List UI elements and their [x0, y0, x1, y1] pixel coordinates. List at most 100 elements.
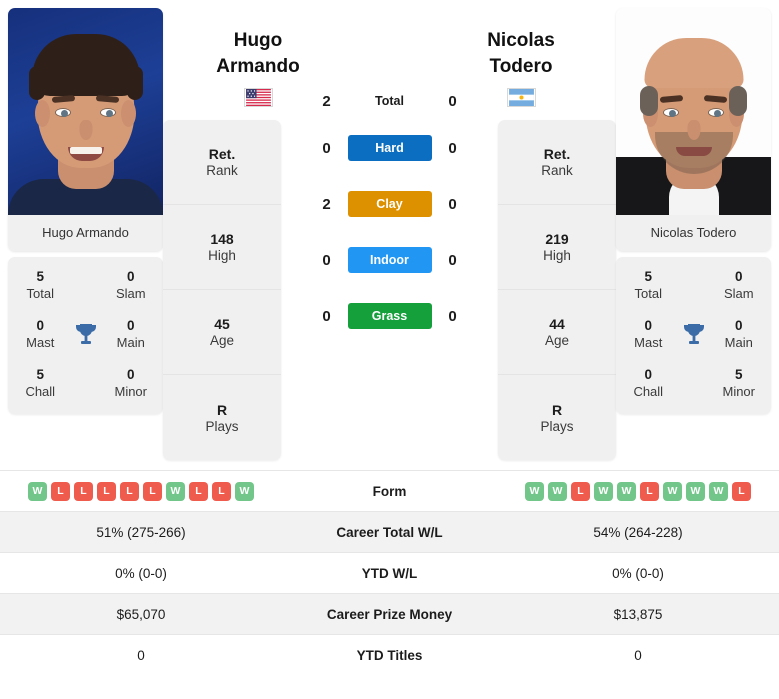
form-badge: L: [74, 481, 93, 501]
h2h-row-clay: 2 Clay 0: [281, 176, 498, 232]
left-form-strip: W L L L L L W L L W: [0, 481, 282, 501]
h2h-row-total: 2 Total 0: [281, 82, 498, 120]
right-high-cell: 219 High: [498, 205, 616, 290]
right-titles-total: 5 Total: [634, 269, 662, 301]
trophy-icon: [67, 322, 105, 348]
left-titles-total: 5 Total: [26, 269, 54, 301]
form-badge: W: [166, 481, 185, 501]
right-plays-cell: R Plays: [540, 401, 574, 434]
form-badge: W: [525, 481, 544, 501]
right-career-prize-money: $13,875: [613, 606, 663, 622]
surface-pill-clay[interactable]: Clay: [347, 191, 432, 217]
form-badge: W: [617, 481, 636, 501]
left-ytd-titles: 0: [137, 647, 145, 663]
form-badge: W: [594, 481, 613, 501]
h2h-row-indoor: 0 Indoor 0: [281, 232, 498, 288]
right-player-photo-name: Nicolas Todero: [616, 215, 771, 251]
form-badge: W: [548, 481, 567, 501]
player-comparison-page: Hugo Armando 5 Total 0 Slam 0 Mast 0 Mai…: [0, 0, 779, 699]
h2h-clay-left: 2: [322, 195, 331, 213]
surface-pill-hard[interactable]: Hard: [347, 135, 432, 161]
head-to-head-column: 2 Total 0 0 Hard 0 2 Clay 0 0 Indoor 0 0…: [281, 8, 498, 344]
right-player-column: Nicolas Todero 5 Total 0 Slam 0 Mast 0 M…: [616, 8, 771, 415]
stats-row-career-total-wl: 51% (275-266) Career Total W/L 54% (264-…: [0, 511, 779, 552]
left-player-titles-card: 5 Total 0 Slam 0 Mast 0 Main 5 Chall 0 M…: [8, 257, 163, 415]
us-flag-icon: [243, 88, 273, 108]
h2h-total-label: Total: [375, 94, 404, 108]
h2h-total-left: 2: [322, 92, 331, 110]
right-titles-mast: 0 Mast: [634, 318, 663, 350]
left-player-photo-card[interactable]: Hugo Armando: [8, 8, 163, 251]
stats-row-ytd-wl: 0% (0-0) YTD W/L 0% (0-0): [0, 552, 779, 593]
trophy-icon: [675, 322, 713, 348]
surface-pill-indoor[interactable]: Indoor: [347, 247, 432, 273]
form-badge: W: [663, 481, 682, 501]
right-rank-cell: Ret. Rank: [498, 120, 616, 205]
form-badge: L: [120, 481, 139, 501]
right-titles-minor: 5 Minor: [722, 367, 755, 400]
left-career-total-wl: 51% (275-266): [96, 524, 186, 540]
h2h-clay-right: 0: [448, 195, 457, 213]
h2h-total-right: 0: [448, 92, 457, 110]
comparison-header: Hugo Armando 5 Total 0 Slam 0 Mast 0 Mai…: [0, 0, 779, 470]
right-titles-chall: 0 Chall: [633, 367, 664, 400]
form-badge: W: [235, 481, 254, 501]
h2h-hard-right: 0: [448, 139, 457, 157]
right-player-meta-card: Ret. Rank 219 High 44 Age R Plays: [498, 120, 616, 460]
form-badge: L: [732, 481, 751, 501]
left-career-prize-money: $65,070: [116, 606, 166, 622]
left-rank-cell: Ret. Rank: [163, 120, 281, 205]
right-titles-main: 0 Main: [724, 318, 753, 350]
left-titles-main: 0 Main: [116, 318, 145, 350]
left-high-cell: 148 High: [163, 205, 281, 290]
right-career-total-wl: 54% (264-228): [593, 524, 683, 540]
right-form-strip: W W L W W L W W W L: [497, 481, 779, 501]
left-player-column: Hugo Armando 5 Total 0 Slam 0 Mast 0 Mai…: [8, 8, 163, 415]
h2h-indoor-left: 0: [322, 251, 331, 269]
stats-label-career-total-wl: Career Total W/L: [336, 524, 443, 540]
right-player-titles-card: 5 Total 0 Slam 0 Mast 0 Main 0 Chall 5 M…: [616, 257, 771, 415]
left-titles-minor: 0 Minor: [114, 367, 147, 400]
left-titles-mast: 0 Mast: [26, 318, 55, 350]
form-badge: W: [686, 481, 705, 501]
form-badge: W: [28, 481, 47, 501]
stats-row-career-prize-money: $65,070 Career Prize Money $13,875: [0, 593, 779, 634]
left-plays-cell: R Plays: [205, 401, 239, 434]
form-badge: L: [51, 481, 70, 501]
right-player-photo-card[interactable]: Nicolas Todero: [616, 8, 771, 251]
form-badge: L: [571, 481, 590, 501]
h2h-grass-right: 0: [448, 307, 457, 325]
left-player-meta-card: Ret. Rank 148 High 45 Age R Plays: [163, 120, 281, 460]
left-ytd-wl: 0% (0-0): [115, 565, 167, 581]
h2h-hard-left: 0: [322, 139, 331, 157]
left-player-photo-name: Hugo Armando: [8, 215, 163, 251]
stats-row-form: W L L L L L W L L W Form W W L W W L W W…: [0, 470, 779, 511]
right-player-photo: [616, 8, 771, 215]
form-badge: L: [143, 481, 162, 501]
form-badge: L: [97, 481, 116, 501]
left-age-cell: 45 Age: [163, 290, 281, 375]
left-titles-chall: 5 Chall: [25, 367, 56, 400]
surface-pill-grass[interactable]: Grass: [347, 303, 432, 329]
form-badge: L: [189, 481, 208, 501]
ar-flag-icon: [506, 88, 536, 108]
right-ytd-titles: 0: [634, 647, 642, 663]
head-to-head-rows: 2 Total 0 0 Hard 0 2 Clay 0 0 Indoor 0 0…: [281, 32, 498, 344]
right-ytd-wl: 0% (0-0): [612, 565, 664, 581]
stats-label-ytd-wl: YTD W/L: [361, 565, 418, 581]
stats-label-ytd-titles: YTD Titles: [356, 647, 423, 663]
h2h-row-hard: 0 Hard 0: [281, 120, 498, 176]
h2h-row-grass: 0 Grass 0: [281, 288, 498, 344]
h2h-indoor-right: 0: [448, 251, 457, 269]
stats-row-ytd-titles: 0 YTD Titles 0: [0, 634, 779, 675]
form-badge: W: [709, 481, 728, 501]
left-player-photo: [8, 8, 163, 215]
stats-comparison-table: W L L L L L W L L W Form W W L W W L W W…: [0, 470, 779, 675]
left-titles-slam: 0 Slam: [115, 269, 146, 301]
right-age-cell: 44 Age: [498, 290, 616, 375]
form-badge: L: [640, 481, 659, 501]
stats-label-career-prize-money: Career Prize Money: [326, 606, 453, 622]
right-titles-slam: 0 Slam: [723, 269, 754, 301]
h2h-grass-left: 0: [322, 307, 331, 325]
form-badge: L: [212, 481, 231, 501]
